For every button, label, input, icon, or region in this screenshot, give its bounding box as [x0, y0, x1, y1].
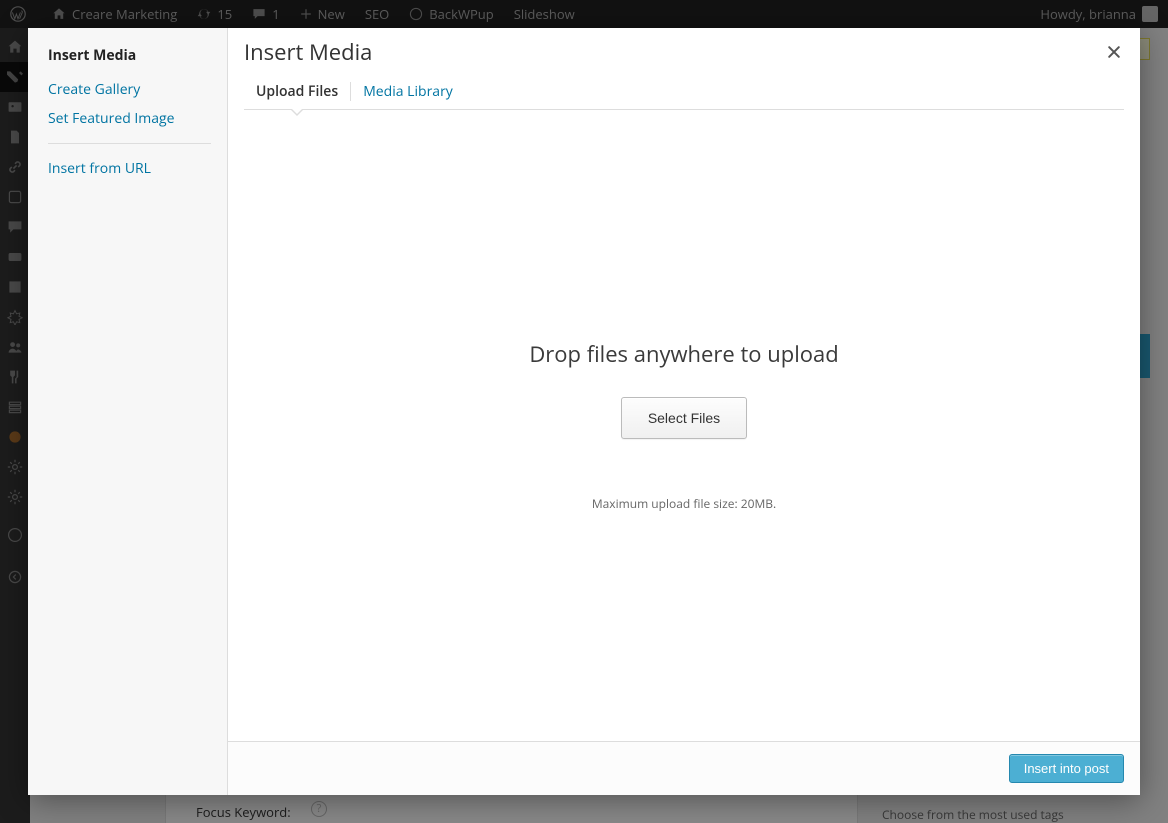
dropzone-text: Drop files anywhere to upload: [529, 339, 838, 369]
modal-title: Insert Media: [244, 38, 1124, 66]
sidebar-divider: [48, 143, 211, 144]
sidebar-item-insert-url[interactable]: Insert from URL: [48, 154, 211, 183]
tab-media-library[interactable]: Media Library: [351, 74, 465, 109]
close-icon: [1106, 44, 1122, 60]
select-files-button[interactable]: Select Files: [621, 397, 747, 439]
media-tabs: Upload Files Media Library: [244, 74, 1124, 110]
sidebar-item-create-gallery[interactable]: Create Gallery: [48, 75, 211, 104]
upload-dropzone[interactable]: Drop files anywhere to upload Select Fil…: [228, 110, 1140, 741]
close-button[interactable]: [1100, 38, 1128, 66]
sidebar-item-insert-media[interactable]: Insert Media: [48, 46, 211, 65]
insert-into-post-button[interactable]: Insert into post: [1009, 754, 1124, 783]
media-modal-header: Insert Media Upload Files Media Library: [228, 28, 1140, 110]
media-modal-main: Insert Media Upload Files Media Library …: [228, 28, 1140, 795]
tab-upload-files[interactable]: Upload Files: [244, 74, 350, 109]
media-modal-sidebar: Insert Media Create Gallery Set Featured…: [28, 28, 228, 795]
insert-media-modal: Insert Media Create Gallery Set Featured…: [28, 28, 1140, 795]
media-modal-footer: Insert into post: [228, 741, 1140, 795]
max-upload-text: Maximum upload file size: 20MB.: [592, 495, 776, 512]
sidebar-item-set-featured[interactable]: Set Featured Image: [48, 104, 211, 133]
